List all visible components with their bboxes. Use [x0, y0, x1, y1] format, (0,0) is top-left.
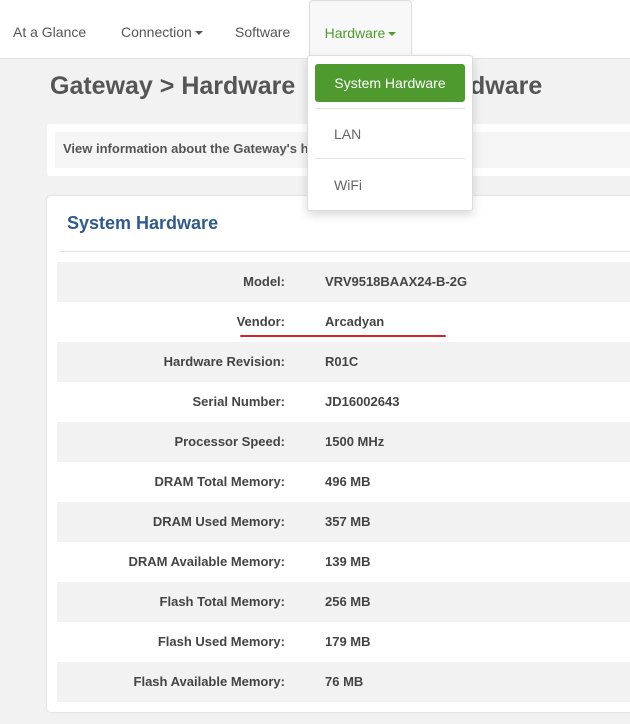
- row-value: 1500 MHz: [325, 434, 385, 449]
- table-row: Flash Used Memory: 179 MB: [57, 622, 630, 662]
- row-value: VRV9518BAAX24-B-2G: [325, 274, 468, 289]
- table-row: DRAM Used Memory: 357 MB: [57, 502, 630, 542]
- caret-down-icon: [194, 31, 203, 36]
- row-label: DRAM Total Memory:: [154, 474, 285, 489]
- menu-item-lan[interactable]: LAN: [315, 115, 465, 153]
- row-value: 496 MB: [325, 474, 371, 489]
- nav-hardware[interactable]: Hardware: [309, 0, 412, 59]
- table-row: Serial Number: JD16002643: [57, 382, 630, 422]
- hardware-table: Model: VRV9518BAAX24-B-2G Vendor: Arcady…: [57, 262, 630, 702]
- page-title: Gateway > Hardware: [50, 72, 296, 100]
- row-label: Processor Speed:: [174, 434, 285, 449]
- menu-item-system-hardware[interactable]: System Hardware: [315, 64, 465, 102]
- highlight-underline: [240, 335, 446, 337]
- row-value: 357 MB: [325, 514, 371, 529]
- row-value: 179 MB: [325, 634, 371, 649]
- top-nav: At a Glance Connection Software Hardware: [0, 0, 630, 59]
- card-divider: [59, 251, 630, 252]
- row-label: DRAM Used Memory:: [152, 514, 285, 529]
- page-title-tail: dware: [470, 72, 543, 100]
- row-label: Flash Used Memory:: [157, 634, 285, 649]
- menu-item-label: System Hardware: [334, 75, 446, 91]
- card-title: System Hardware: [67, 213, 219, 233]
- row-label: Hardware Revision:: [163, 354, 285, 369]
- nav-at-a-glance[interactable]: At a Glance: [13, 0, 86, 58]
- row-label: Flash Total Memory:: [159, 594, 285, 609]
- hardware-dropdown-menu: System Hardware LAN WiFi: [307, 55, 473, 211]
- nav-software[interactable]: Software: [235, 0, 290, 58]
- row-label: Serial Number:: [192, 394, 285, 409]
- table-row: Hardware Revision: R01C: [57, 342, 630, 382]
- row-label: DRAM Available Memory:: [128, 554, 285, 569]
- table-row: Flash Total Memory: 256 MB: [57, 582, 630, 622]
- menu-item-label: LAN: [334, 126, 362, 142]
- row-value: R01C: [325, 354, 359, 369]
- nav-connection[interactable]: Connection: [121, 0, 203, 58]
- row-label: Model:: [243, 274, 285, 289]
- caret-down-icon: [388, 32, 397, 37]
- menu-divider: [315, 158, 465, 159]
- nav-hardware-label: Hardware: [324, 25, 386, 41]
- row-value: 76 MB: [325, 674, 364, 689]
- table-row: Model: VRV9518BAAX24-B-2G: [57, 262, 630, 302]
- table-row: DRAM Total Memory: 496 MB: [57, 462, 630, 502]
- row-value: 256 MB: [325, 594, 371, 609]
- nav-connection-label: Connection: [121, 24, 192, 40]
- table-row: Flash Available Memory: 76 MB: [57, 662, 630, 702]
- table-row: Processor Speed: 1500 MHz: [57, 422, 630, 462]
- nav-at-a-glance-label: At a Glance: [13, 24, 87, 40]
- menu-divider: [315, 108, 465, 109]
- row-value: 139 MB: [325, 554, 371, 569]
- nav-software-label: Software: [235, 24, 291, 40]
- menu-item-wifi[interactable]: WiFi: [315, 166, 465, 204]
- row-value: JD16002643: [325, 394, 400, 409]
- table-row: DRAM Available Memory: 139 MB: [57, 542, 630, 582]
- system-hardware-card: System Hardware Model: VRV9518BAAX24-B-2…: [47, 196, 630, 712]
- menu-item-label: WiFi: [334, 177, 362, 193]
- row-label: Flash Available Memory:: [133, 674, 285, 689]
- table-row: Vendor: Arcadyan: [57, 302, 630, 342]
